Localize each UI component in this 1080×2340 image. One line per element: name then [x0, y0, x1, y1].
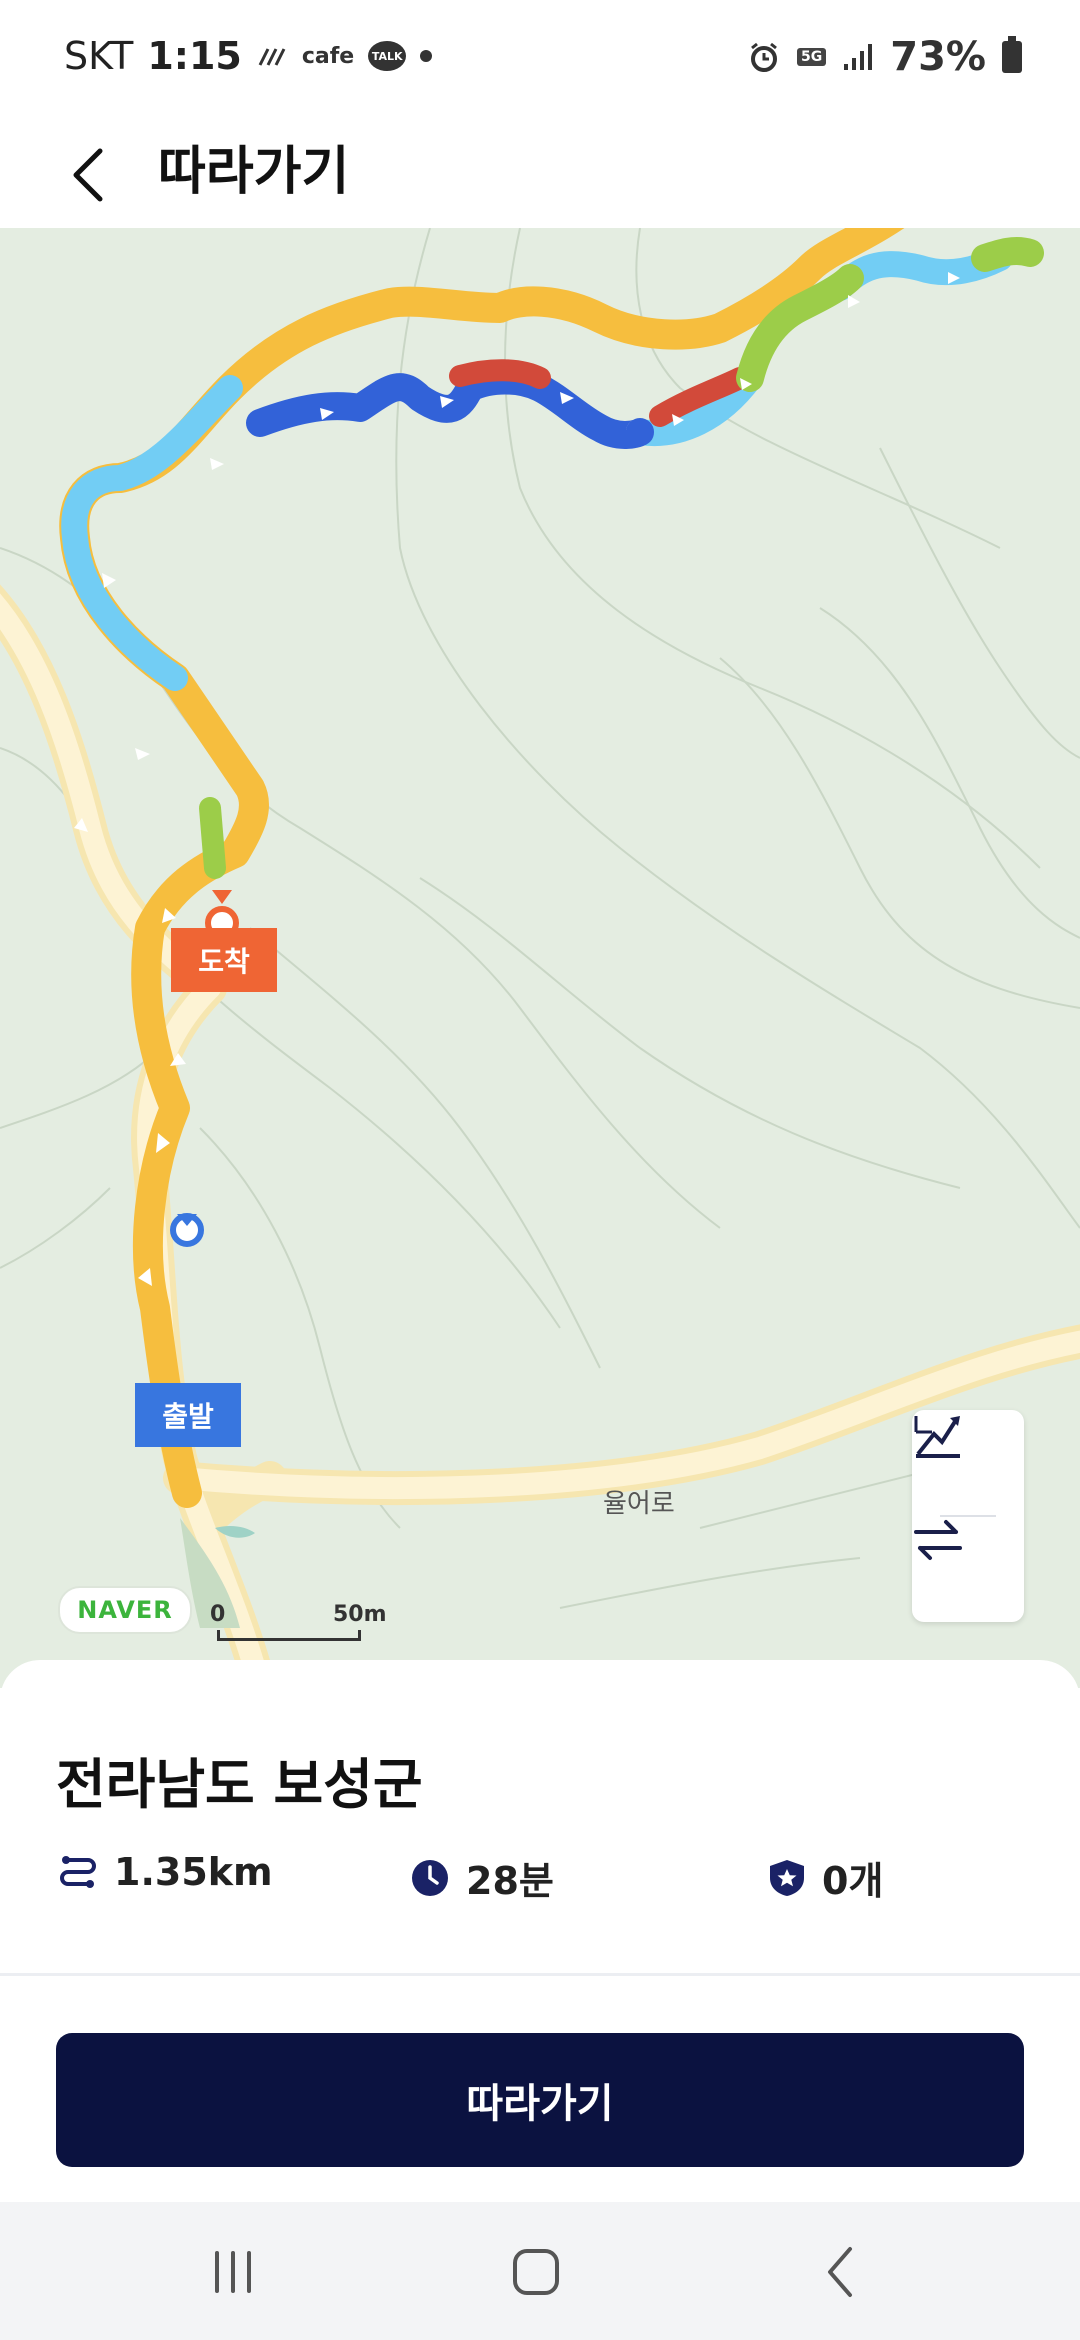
route-map[interactable]: 도착 출발 율어로 NAVER 0 50m: [0, 228, 1080, 1688]
scale-bar: [217, 1630, 361, 1641]
scale-distance-label: 50m: [333, 1602, 387, 1627]
cafe-icon: cafe: [301, 43, 355, 69]
duration-value: 28분: [466, 1859, 554, 1903]
back-button[interactable]: [58, 130, 118, 220]
system-back-button[interactable]: [790, 2232, 890, 2312]
region-title: 전라남도 보성군: [56, 1753, 423, 1816]
duration-stat: 28분: [410, 1850, 554, 1905]
scale-zero-label: 0: [210, 1602, 226, 1627]
notification-dot-icon: [420, 50, 433, 62]
start-label: 출발: [135, 1383, 241, 1447]
page-title: 따라가기: [158, 142, 350, 202]
badge-count: 0개: [822, 1859, 884, 1903]
follow-route-button[interactable]: 따라가기: [56, 2033, 1024, 2167]
swap-icon: [914, 1520, 962, 1560]
status-right: 5G 73%: [747, 34, 1022, 80]
battery-percent: 73%: [890, 34, 986, 80]
status-left: SKT 1:15 cafe TALK: [64, 34, 433, 78]
controls-divider: [940, 1515, 996, 1517]
carrier-label: SKT: [64, 34, 134, 78]
naver-logo: NAVER: [58, 1586, 192, 1634]
map-controls: [912, 1410, 1024, 1622]
clock: 1:15: [147, 34, 242, 78]
signal-bars-icon: [842, 42, 874, 72]
distance-stat: 1.35km: [58, 1850, 273, 1894]
clock-icon: [412, 1859, 448, 1896]
home-button[interactable]: [486, 2232, 586, 2312]
sheet-divider: [0, 1973, 1080, 1976]
road-name-label: 율어로: [603, 1489, 675, 1519]
back-icon: [828, 2247, 852, 2297]
recent-apps-button[interactable]: [183, 2232, 283, 2312]
recent-apps-icon: [215, 2251, 251, 2293]
elevation-icon: [914, 1416, 960, 1458]
elevation-button[interactable]: [912, 1410, 1024, 1514]
alarm-icon: [747, 40, 781, 74]
kakaotalk-icon: TALK: [368, 41, 407, 71]
distance-value: 1.35km: [114, 1850, 273, 1894]
route-distance-icon: [60, 1856, 96, 1888]
home-icon: [513, 2249, 559, 2295]
swap-direction-button[interactable]: [912, 1518, 1024, 1622]
status-bar: SKT 1:15 cafe TALK 5G 73%: [0, 0, 1080, 118]
battery-icon: [1002, 36, 1022, 73]
badge-stat: 0개: [768, 1850, 883, 1905]
route-info-sheet: 전라남도 보성군 1.35km 28분 0개 따라가기: [0, 1660, 1080, 2200]
app-header: 따라가기: [0, 118, 1080, 228]
chevron-left-icon: [73, 148, 103, 202]
arrive-label: 도착: [171, 928, 277, 992]
shield-star-icon: [770, 1859, 804, 1896]
signal-stripes-icon: [256, 43, 288, 69]
network-type-icon: 5G: [797, 48, 827, 66]
system-nav-bar: [0, 2202, 1080, 2340]
